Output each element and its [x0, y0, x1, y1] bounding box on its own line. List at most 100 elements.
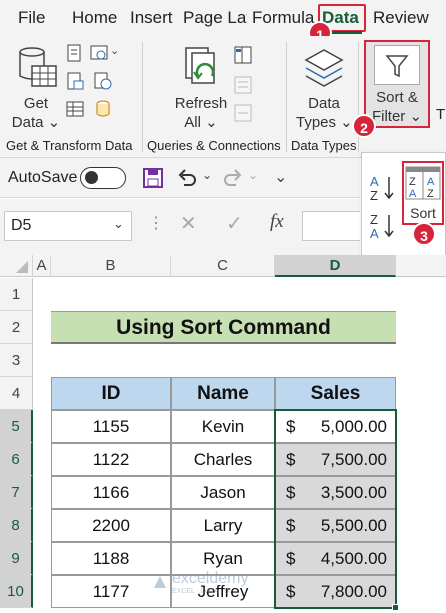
row-header-8[interactable]: 8 — [0, 509, 33, 542]
tab-file[interactable]: File — [18, 8, 45, 28]
svg-text:A: A — [370, 174, 379, 189]
row-header-4[interactable]: 4 — [0, 377, 33, 410]
database-table-icon — [19, 47, 57, 87]
from-text-icon[interactable] — [66, 44, 84, 62]
properties-icon — [234, 76, 252, 94]
recent-sources-icon[interactable] — [94, 72, 112, 90]
queries-connections-icon[interactable] — [234, 46, 252, 64]
get-data-button[interactable]: Get Data ⌄ — [6, 42, 60, 132]
tab-insert[interactable]: Insert — [130, 8, 173, 28]
data-source-icon[interactable] — [94, 100, 112, 118]
row-header-2[interactable]: 2 — [0, 311, 33, 344]
undo-icon[interactable] — [176, 167, 198, 189]
sales-value: 5,500.00 — [320, 516, 387, 535]
undo-dropdown-icon[interactable]: ⌄ — [202, 168, 212, 182]
column-header-c[interactable]: C — [171, 255, 275, 277]
customize-qat-icon[interactable]: ⌄ — [274, 167, 287, 187]
custom-sort-button[interactable]: Z A A Z Sort — [402, 161, 444, 225]
cell-id[interactable]: 1177 — [51, 575, 171, 608]
column-header-d[interactable]: D — [275, 255, 396, 277]
currency-symbol: $ — [286, 450, 296, 469]
cell-sales[interactable]: $ 4,500.00 — [275, 542, 396, 575]
sales-value: 4,500.00 — [320, 549, 387, 568]
column-header-b[interactable]: B — [51, 255, 171, 277]
cell-name[interactable]: Kevin — [171, 410, 275, 443]
cell-id[interactable]: 1166 — [51, 476, 171, 509]
group-get-transform: Get & Transform Data — [6, 138, 133, 153]
cell-name[interactable]: Jeffrey — [171, 575, 275, 608]
sales-value: 7,500.00 — [320, 450, 387, 469]
chevron-down-icon[interactable]: ⌄ — [110, 44, 119, 57]
name-box-dropdown-icon: ⌄ — [113, 216, 124, 231]
quick-access-toolbar: AutoSave ⌄ ⌄ ⌄ — [0, 158, 360, 198]
cell-id[interactable]: 1122 — [51, 443, 171, 476]
group-queries: Queries & Connections — [147, 138, 281, 153]
cancel-icon: ✕ — [180, 213, 197, 235]
cell-sales-active[interactable]: $ 5,000.00 — [275, 410, 396, 443]
toggle-knob — [85, 171, 98, 184]
cell-sales[interactable]: $ 7,500.00 — [275, 443, 396, 476]
ribbon-tab-bar: File Home Insert Page Lay Formula Data R… — [0, 0, 446, 36]
column-header-e[interactable] — [396, 255, 446, 277]
sort-a-to-z-button[interactable]: AZ — [368, 173, 398, 203]
currency-symbol: $ — [286, 516, 296, 535]
cell-id[interactable]: 1155 — [51, 410, 171, 443]
header-sales[interactable]: Sales — [275, 377, 396, 410]
cell-name[interactable]: Ryan — [171, 542, 275, 575]
insert-function-button[interactable]: fx — [270, 211, 284, 233]
svg-text:Z: Z — [427, 188, 434, 200]
sort-z-to-a-button[interactable]: ZA — [368, 211, 398, 241]
svg-text:A: A — [409, 188, 417, 200]
select-all-triangle-icon — [16, 261, 28, 273]
refresh-all-button[interactable]: Refresh All ⌄ — [170, 42, 232, 132]
currency-symbol: $ — [286, 582, 296, 601]
get-data-label-2: Data ⌄ — [11, 114, 61, 131]
existing-connections-icon[interactable] — [66, 100, 84, 118]
data-types-label-1: Data — [308, 95, 340, 112]
row-header-6[interactable]: 6 — [0, 443, 33, 476]
header-name[interactable]: Name — [171, 377, 275, 410]
tab-formulas[interactable]: Formula — [252, 8, 316, 28]
autosave-toggle[interactable] — [80, 167, 126, 189]
row-header-7[interactable]: 7 — [0, 476, 33, 509]
row-header-5[interactable]: 5 — [0, 410, 33, 443]
currency-symbol: $ — [286, 549, 296, 568]
sheet-title[interactable]: Using Sort Command — [51, 311, 396, 344]
cell-id[interactable]: 1188 — [51, 542, 171, 575]
tab-page-layout[interactable]: Page Lay — [183, 8, 247, 28]
custom-sort-icon: Z A A Z — [405, 166, 441, 200]
cell-id[interactable]: 2200 — [51, 509, 171, 542]
row-header-3[interactable]: 3 — [0, 344, 33, 377]
sort-ascending-icon: AZ — [370, 174, 394, 203]
svg-text:A: A — [370, 226, 379, 241]
select-all-corner[interactable] — [0, 255, 33, 277]
custom-sort-label: Sort — [410, 205, 436, 221]
cell-name[interactable]: Charles — [171, 443, 275, 476]
redo-dropdown-icon: ⌄ — [248, 168, 259, 182]
data-types-icon — [304, 49, 344, 87]
row-header-9[interactable]: 9 — [0, 542, 33, 575]
cell-sales[interactable]: $ 7,800.00 — [275, 575, 396, 608]
svg-text:Z: Z — [409, 176, 416, 188]
cell-sales[interactable]: $ 5,500.00 — [275, 509, 396, 542]
cell-name[interactable]: Jason — [171, 476, 275, 509]
tab-review[interactable]: Review — [373, 8, 429, 28]
cell-name[interactable]: Larry — [171, 509, 275, 542]
row-header-1[interactable]: 1 — [0, 278, 33, 311]
formula-bar: D5 ⌄ ⋮ ✕ ✓ fx — [0, 199, 360, 255]
column-header-a[interactable]: A — [33, 255, 51, 277]
group-separator — [286, 42, 287, 152]
row-header-10[interactable]: 10 — [0, 575, 33, 608]
data-types-button[interactable]: Data Types ⌄ — [296, 42, 353, 132]
name-box[interactable]: D5 ⌄ — [4, 211, 132, 241]
save-icon[interactable] — [142, 167, 164, 189]
group-data-types: Data Types — [291, 138, 357, 153]
sort-filter-button[interactable]: Sort & Filter ⌄ — [364, 40, 430, 128]
from-table-icon[interactable] — [66, 72, 84, 90]
tab-home[interactable]: Home — [72, 8, 117, 28]
header-id[interactable]: ID — [51, 377, 171, 410]
fill-handle[interactable] — [392, 604, 399, 611]
formula-input[interactable] — [302, 211, 360, 241]
from-web-icon[interactable] — [90, 44, 108, 62]
cell-sales[interactable]: $ 3,500.00 — [275, 476, 396, 509]
